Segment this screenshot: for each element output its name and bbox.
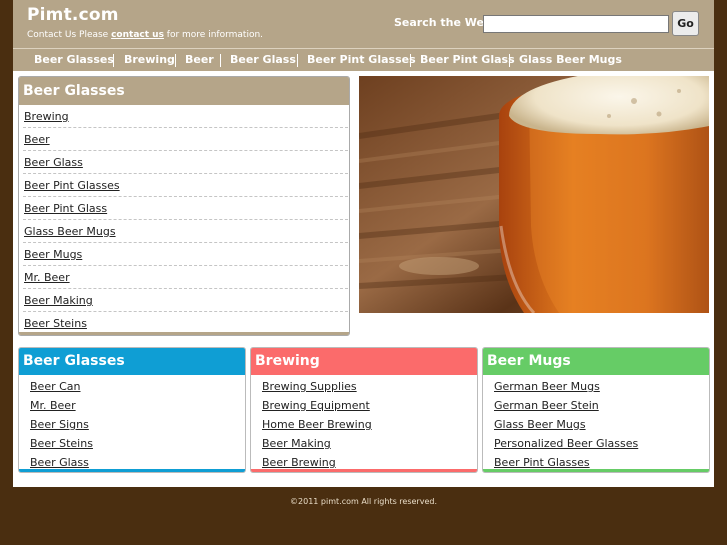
list-item: Beer Signs bbox=[19, 415, 245, 434]
category-box-brewing: Brewing Brewing Supplies Brewing Equipme… bbox=[250, 347, 478, 473]
sidebar-link-beer-pint-glasses[interactable]: Beer Pint Glasses bbox=[24, 179, 120, 192]
list-item: Personalized Beer Glasses bbox=[483, 434, 709, 453]
nav-divider bbox=[509, 54, 510, 67]
category-link[interactable]: Beer Glass bbox=[30, 456, 89, 469]
copyright-text: ©2011 pimt.com All rights reserved. bbox=[290, 497, 437, 506]
list-item: Beer Steins bbox=[19, 434, 245, 453]
category-link[interactable]: German Beer Mugs bbox=[494, 380, 600, 393]
category-footer-bar bbox=[19, 469, 245, 472]
category-link[interactable]: German Beer Stein bbox=[494, 399, 599, 412]
category-title: Beer Mugs bbox=[483, 348, 709, 375]
sidebar-link-beer-making[interactable]: Beer Making bbox=[24, 294, 93, 307]
category-link[interactable]: Brewing Supplies bbox=[262, 380, 357, 393]
category-link[interactable]: Beer Signs bbox=[30, 418, 89, 431]
category-link[interactable]: Beer Brewing bbox=[262, 456, 336, 469]
category-link[interactable]: Beer Can bbox=[30, 380, 81, 393]
category-box-beer-mugs: Beer Mugs German Beer Mugs German Beer S… bbox=[482, 347, 710, 473]
sidebar-link-beer-glass[interactable]: Beer Glass bbox=[24, 156, 83, 169]
sidebar-footer-bar bbox=[19, 332, 349, 335]
site-header: Pimt.com Contact Us Please contact us fo… bbox=[13, 0, 714, 48]
nav-divider bbox=[113, 54, 114, 67]
main-content: Beer Glasses Brewing Beer Beer Glass Bee… bbox=[13, 71, 714, 487]
sidebar-list-item: Beer Pint Glasses bbox=[23, 174, 348, 197]
top-nav: Beer Glasses Brewing Beer Beer Glass Bee… bbox=[13, 48, 714, 71]
category-link[interactable]: Home Beer Brewing bbox=[262, 418, 372, 431]
sidebar-list: Brewing Beer Beer Glass Beer Pint Glasse… bbox=[19, 105, 349, 335]
list-item: German Beer Stein bbox=[483, 396, 709, 415]
sidebar-title: Beer Glasses bbox=[19, 77, 349, 105]
category-link[interactable]: Personalized Beer Glasses bbox=[494, 437, 638, 450]
category-box-beer-glasses: Beer Glasses Beer Can Mr. Beer Beer Sign… bbox=[18, 347, 246, 473]
contact-us-link[interactable]: contact us bbox=[111, 30, 164, 40]
sidebar-list-item: Beer Mugs bbox=[23, 243, 348, 266]
contact-prefix: Contact Us Please bbox=[27, 30, 112, 40]
contact-line: Contact Us Please contact us for more in… bbox=[27, 30, 263, 40]
sidebar-link-mr-beer[interactable]: Mr. Beer bbox=[24, 271, 70, 284]
list-item: Beer Making bbox=[251, 434, 477, 453]
category-link[interactable]: Beer Making bbox=[262, 437, 331, 450]
category-link[interactable]: Beer Steins bbox=[30, 437, 93, 450]
sidebar-list-item: Beer Making bbox=[23, 289, 348, 312]
sidebar-list-item: Mr. Beer bbox=[23, 266, 348, 289]
category-footer-bar bbox=[251, 469, 477, 472]
category-list: Brewing Supplies Brewing Equipment Home … bbox=[251, 377, 477, 472]
sidebar-link-beer[interactable]: Beer bbox=[24, 133, 50, 146]
category-footer-bar bbox=[483, 469, 709, 472]
sidebar-link-glass-beer-mugs[interactable]: Glass Beer Mugs bbox=[24, 225, 116, 238]
contact-suffix: for more information. bbox=[163, 30, 264, 40]
category-link[interactable]: Mr. Beer bbox=[30, 399, 76, 412]
nav-item-brewing[interactable]: Brewing bbox=[124, 49, 175, 71]
category-list: German Beer Mugs German Beer Stein Glass… bbox=[483, 377, 709, 472]
site-title[interactable]: Pimt.com bbox=[27, 5, 119, 25]
nav-item-beer[interactable]: Beer bbox=[185, 49, 214, 71]
nav-divider bbox=[220, 54, 221, 67]
sidebar-box: Beer Glasses Brewing Beer Beer Glass Bee… bbox=[18, 76, 350, 336]
list-item: Brewing Equipment bbox=[251, 396, 477, 415]
sidebar-link-beer-steins[interactable]: Beer Steins bbox=[24, 317, 87, 330]
category-link[interactable]: Glass Beer Mugs bbox=[494, 418, 586, 431]
nav-item-beer-pint-glasses[interactable]: Beer Pint Glasses bbox=[307, 49, 416, 71]
sidebar-list-item: Beer Pint Glass bbox=[23, 197, 348, 220]
nav-item-beer-glasses[interactable]: Beer Glasses bbox=[34, 49, 114, 71]
category-link[interactable]: Beer Pint Glasses bbox=[494, 456, 590, 469]
nav-item-glass-beer-mugs[interactable]: Glass Beer Mugs bbox=[519, 49, 622, 71]
nav-divider bbox=[175, 54, 176, 67]
category-link[interactable]: Brewing Equipment bbox=[262, 399, 370, 412]
sidebar-link-brewing[interactable]: Brewing bbox=[24, 110, 69, 123]
sidebar-link-beer-pint-glass[interactable]: Beer Pint Glass bbox=[24, 202, 107, 215]
nav-divider bbox=[297, 54, 298, 67]
nav-divider bbox=[410, 54, 411, 67]
beer-glass-photo bbox=[359, 76, 709, 313]
go-button[interactable]: Go bbox=[672, 11, 699, 36]
search-label: Search the Web: bbox=[394, 16, 497, 29]
list-item: Beer Can bbox=[19, 377, 245, 396]
nav-item-beer-glass[interactable]: Beer Glass bbox=[230, 49, 296, 71]
sidebar-list-item: Brewing bbox=[23, 105, 348, 128]
category-list: Beer Can Mr. Beer Beer Signs Beer Steins… bbox=[19, 377, 245, 472]
list-item: Home Beer Brewing bbox=[251, 415, 477, 434]
list-item: German Beer Mugs bbox=[483, 377, 709, 396]
sidebar-list-item: Glass Beer Mugs bbox=[23, 220, 348, 243]
sidebar-list-item: Beer Glass bbox=[23, 151, 348, 174]
list-item: Glass Beer Mugs bbox=[483, 415, 709, 434]
category-title: Beer Glasses bbox=[19, 348, 245, 375]
sidebar-link-beer-mugs[interactable]: Beer Mugs bbox=[24, 248, 82, 261]
search-input[interactable] bbox=[483, 15, 669, 33]
sidebar-list-item: Beer bbox=[23, 128, 348, 151]
list-item: Brewing Supplies bbox=[251, 377, 477, 396]
nav-item-beer-pint-glass[interactable]: Beer Pint Glass bbox=[420, 49, 515, 71]
list-item: Mr. Beer bbox=[19, 396, 245, 415]
category-title: Brewing bbox=[251, 348, 477, 375]
